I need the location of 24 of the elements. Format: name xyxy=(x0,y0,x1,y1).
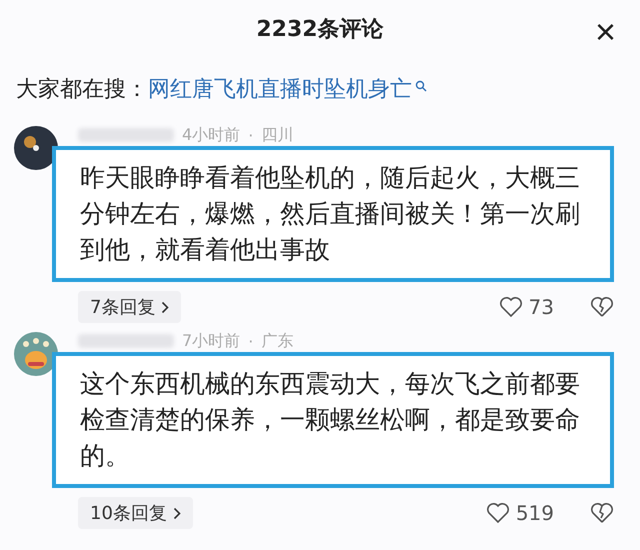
chevron-right-icon xyxy=(172,506,181,520)
comments-title: 2232条评论 xyxy=(256,16,384,44)
chevron-right-icon xyxy=(161,300,170,314)
heart-icon[interactable] xyxy=(486,502,510,524)
broken-heart-icon[interactable] xyxy=(590,502,614,524)
comment-location: 广东 xyxy=(261,330,294,352)
like-count: 519 xyxy=(516,501,554,525)
like-count: 73 xyxy=(528,295,554,319)
close-button[interactable]: × xyxy=(590,14,620,50)
trending-label: 大家都在搜： xyxy=(16,76,148,104)
comment-location: 四川 xyxy=(261,124,294,146)
comment-time: 4小时前 xyxy=(182,124,240,146)
comment-time: 7小时前 xyxy=(182,330,240,352)
search-icon[interactable] xyxy=(415,80,427,92)
separator-dot: · xyxy=(248,126,254,144)
heart-icon[interactable] xyxy=(498,296,523,318)
replies-button[interactable]: 7条回复 xyxy=(78,291,182,323)
replies-button[interactable]: 10条回复 xyxy=(78,497,193,529)
broken-heart-icon[interactable] xyxy=(590,296,614,318)
separator-dot: · xyxy=(248,332,254,350)
comment-text: 昨天眼睁睁看着他坠机的，随后起火，大概三分钟左右，爆燃，然后直播间被关！第一次刷到他，就看着他出事故 xyxy=(52,146,614,282)
trending-search-link[interactable]: 网红唐飞机直播时坠机身亡 xyxy=(148,74,412,104)
user-avatar[interactable] xyxy=(14,126,58,170)
comment-text: 这个东西机械的东西震动大，每次飞之前都要检查清楚的保养，一颗螺丝松啊，都是致要命的。 xyxy=(52,352,614,488)
